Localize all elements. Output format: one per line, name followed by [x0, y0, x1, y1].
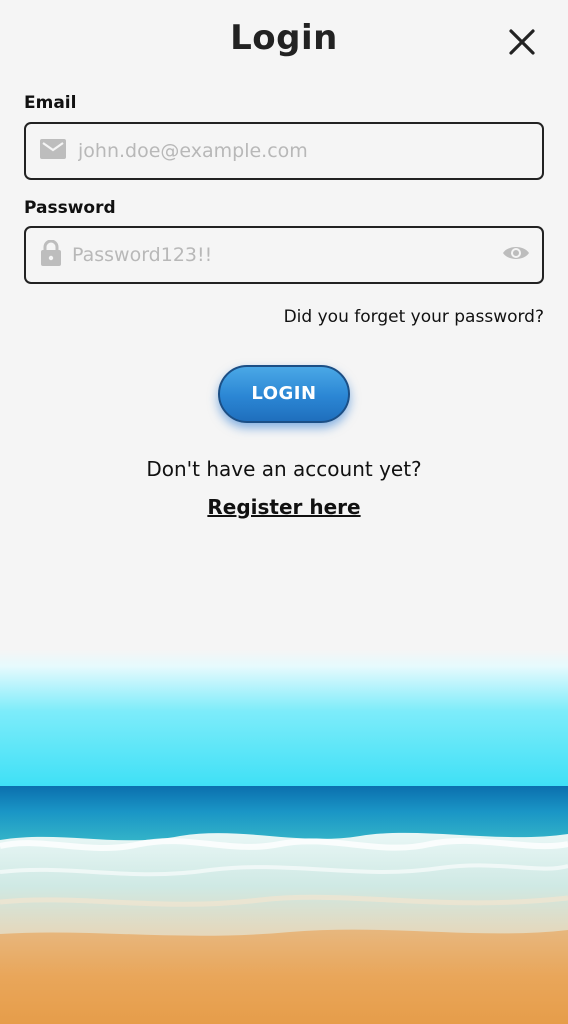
no-account-text: Don't have an account yet?: [146, 457, 422, 481]
password-input[interactable]: [72, 228, 492, 282]
lock-icon: [40, 239, 62, 270]
login-button[interactable]: LOGIN: [218, 365, 350, 423]
close-icon: [509, 29, 535, 55]
email-label: Email: [24, 93, 77, 113]
password-field[interactable]: [24, 226, 544, 284]
email-input[interactable]: [78, 124, 492, 178]
register-link[interactable]: Register here: [207, 495, 360, 519]
eye-icon[interactable]: [502, 244, 530, 266]
forgot-password-link[interactable]: Did you forget your password?: [284, 307, 544, 327]
header: Login: [0, 0, 568, 84]
page-title: Login: [230, 18, 338, 58]
beach-image: [0, 650, 568, 1024]
password-label: Password: [24, 198, 116, 218]
register-link-row: Register here: [0, 495, 568, 519]
close-button[interactable]: [500, 22, 544, 66]
email-field[interactable]: [24, 122, 544, 180]
mail-icon: [40, 139, 66, 163]
